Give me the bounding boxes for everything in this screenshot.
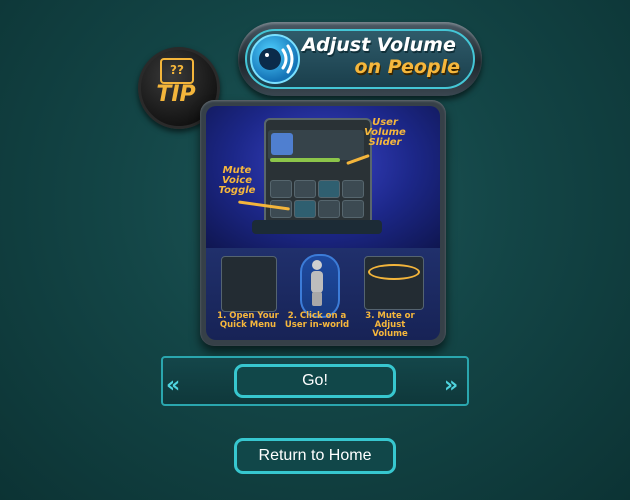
mock-avatar <box>271 133 293 155</box>
next-chevron-icon[interactable]: » <box>444 373 458 398</box>
avatar-figure-legs <box>312 292 322 306</box>
mock-action-button <box>342 200 364 218</box>
speaker-wave-icon <box>250 34 300 84</box>
mock-action-button <box>342 180 364 198</box>
mock-action-button <box>294 180 316 198</box>
avatar-figure-body <box>311 271 323 293</box>
mock-volume-slider <box>270 158 340 162</box>
go-button[interactable]: Go! <box>234 364 396 398</box>
callout-mute-voice-toggle: Mute Voice Toggle <box>218 165 256 196</box>
page-title-line1: Adjust Volume <box>302 34 456 56</box>
mock-action-button <box>318 200 340 218</box>
mock-action-button <box>318 180 340 198</box>
tip-label: TIP <box>156 82 196 107</box>
highlight-ring-icon <box>368 264 420 280</box>
mock-dock-bar <box>252 220 382 234</box>
avatar-figure-icon <box>312 260 322 270</box>
mock-action-button <box>270 180 292 198</box>
question-bubble-icon: ?? <box>160 58 194 84</box>
step-3-label: 3. Mute or Adjust Volume <box>365 311 415 339</box>
page-title-line2: on People <box>354 56 460 78</box>
step-2-label: 2. Click on a User in-world <box>284 311 350 330</box>
mock-mute-toggle <box>294 200 316 218</box>
step-1-thumbnail <box>221 256 277 312</box>
return-to-home-button[interactable]: Return to Home <box>234 438 396 474</box>
step-1-label: 1. Open Your Quick Menu <box>217 311 279 330</box>
previous-chevron-icon[interactable]: « <box>166 373 180 398</box>
callout-user-volume-slider: User Volume Slider <box>364 117 406 148</box>
